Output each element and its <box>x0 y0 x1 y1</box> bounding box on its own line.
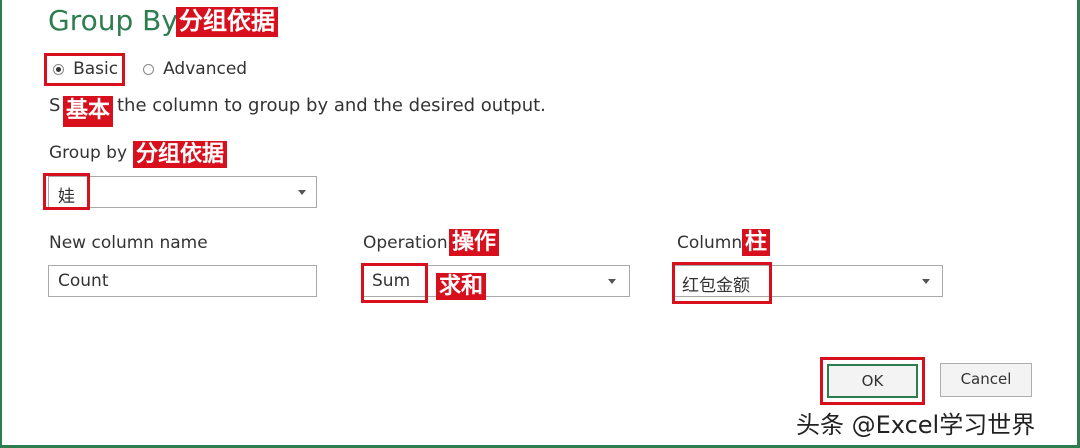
title-annotation: 分组依据 <box>176 7 278 37</box>
watermark-text: 头条 @Excel学习世界 <box>796 411 1036 439</box>
radio-basic[interactable]: Basic <box>53 59 118 79</box>
description-text: the column to group by and the desired o… <box>117 95 546 116</box>
radio-basic-indicator[interactable] <box>53 64 64 75</box>
chevron-down-icon[interactable] <box>922 279 930 284</box>
group-by-annotation: 分组依据 <box>133 141 228 169</box>
radio-advanced-indicator[interactable] <box>143 64 154 75</box>
radio-advanced-label: Advanced <box>163 59 248 79</box>
cancel-button-label: Cancel <box>960 370 1012 388</box>
chevron-down-icon[interactable] <box>298 190 306 195</box>
basic-annotation: 基本 <box>63 96 114 127</box>
new-column-input[interactable]: Count <box>48 265 317 297</box>
new-column-value: Count <box>58 271 109 291</box>
ok-button-label: OK <box>861 372 884 390</box>
operation-label: Operation <box>363 233 448 253</box>
column-highlight-box <box>672 262 772 304</box>
group-by-highlight-box <box>43 173 90 210</box>
sum-annotation: 求和 <box>436 273 487 301</box>
operation-highlight-box <box>361 263 428 303</box>
new-column-label: New column name <box>49 233 208 253</box>
radio-advanced[interactable]: Advanced <box>143 59 247 79</box>
column-label: Column <box>677 233 743 253</box>
operation-annotation: 操作 <box>449 229 500 257</box>
column-annotation: 柱 <box>742 229 771 257</box>
cancel-button[interactable]: Cancel <box>940 363 1032 397</box>
dialog-title: Group By <box>48 4 178 37</box>
ok-button[interactable]: OK <box>827 364 918 398</box>
description-prefix: S <box>49 95 61 116</box>
group-by-dialog: Group By 分组依据 Basic Advanced S 基本 the co… <box>0 0 1080 448</box>
radio-basic-label: Basic <box>73 59 119 79</box>
chevron-down-icon[interactable] <box>608 279 616 284</box>
group-by-label: Group by <box>49 143 128 163</box>
